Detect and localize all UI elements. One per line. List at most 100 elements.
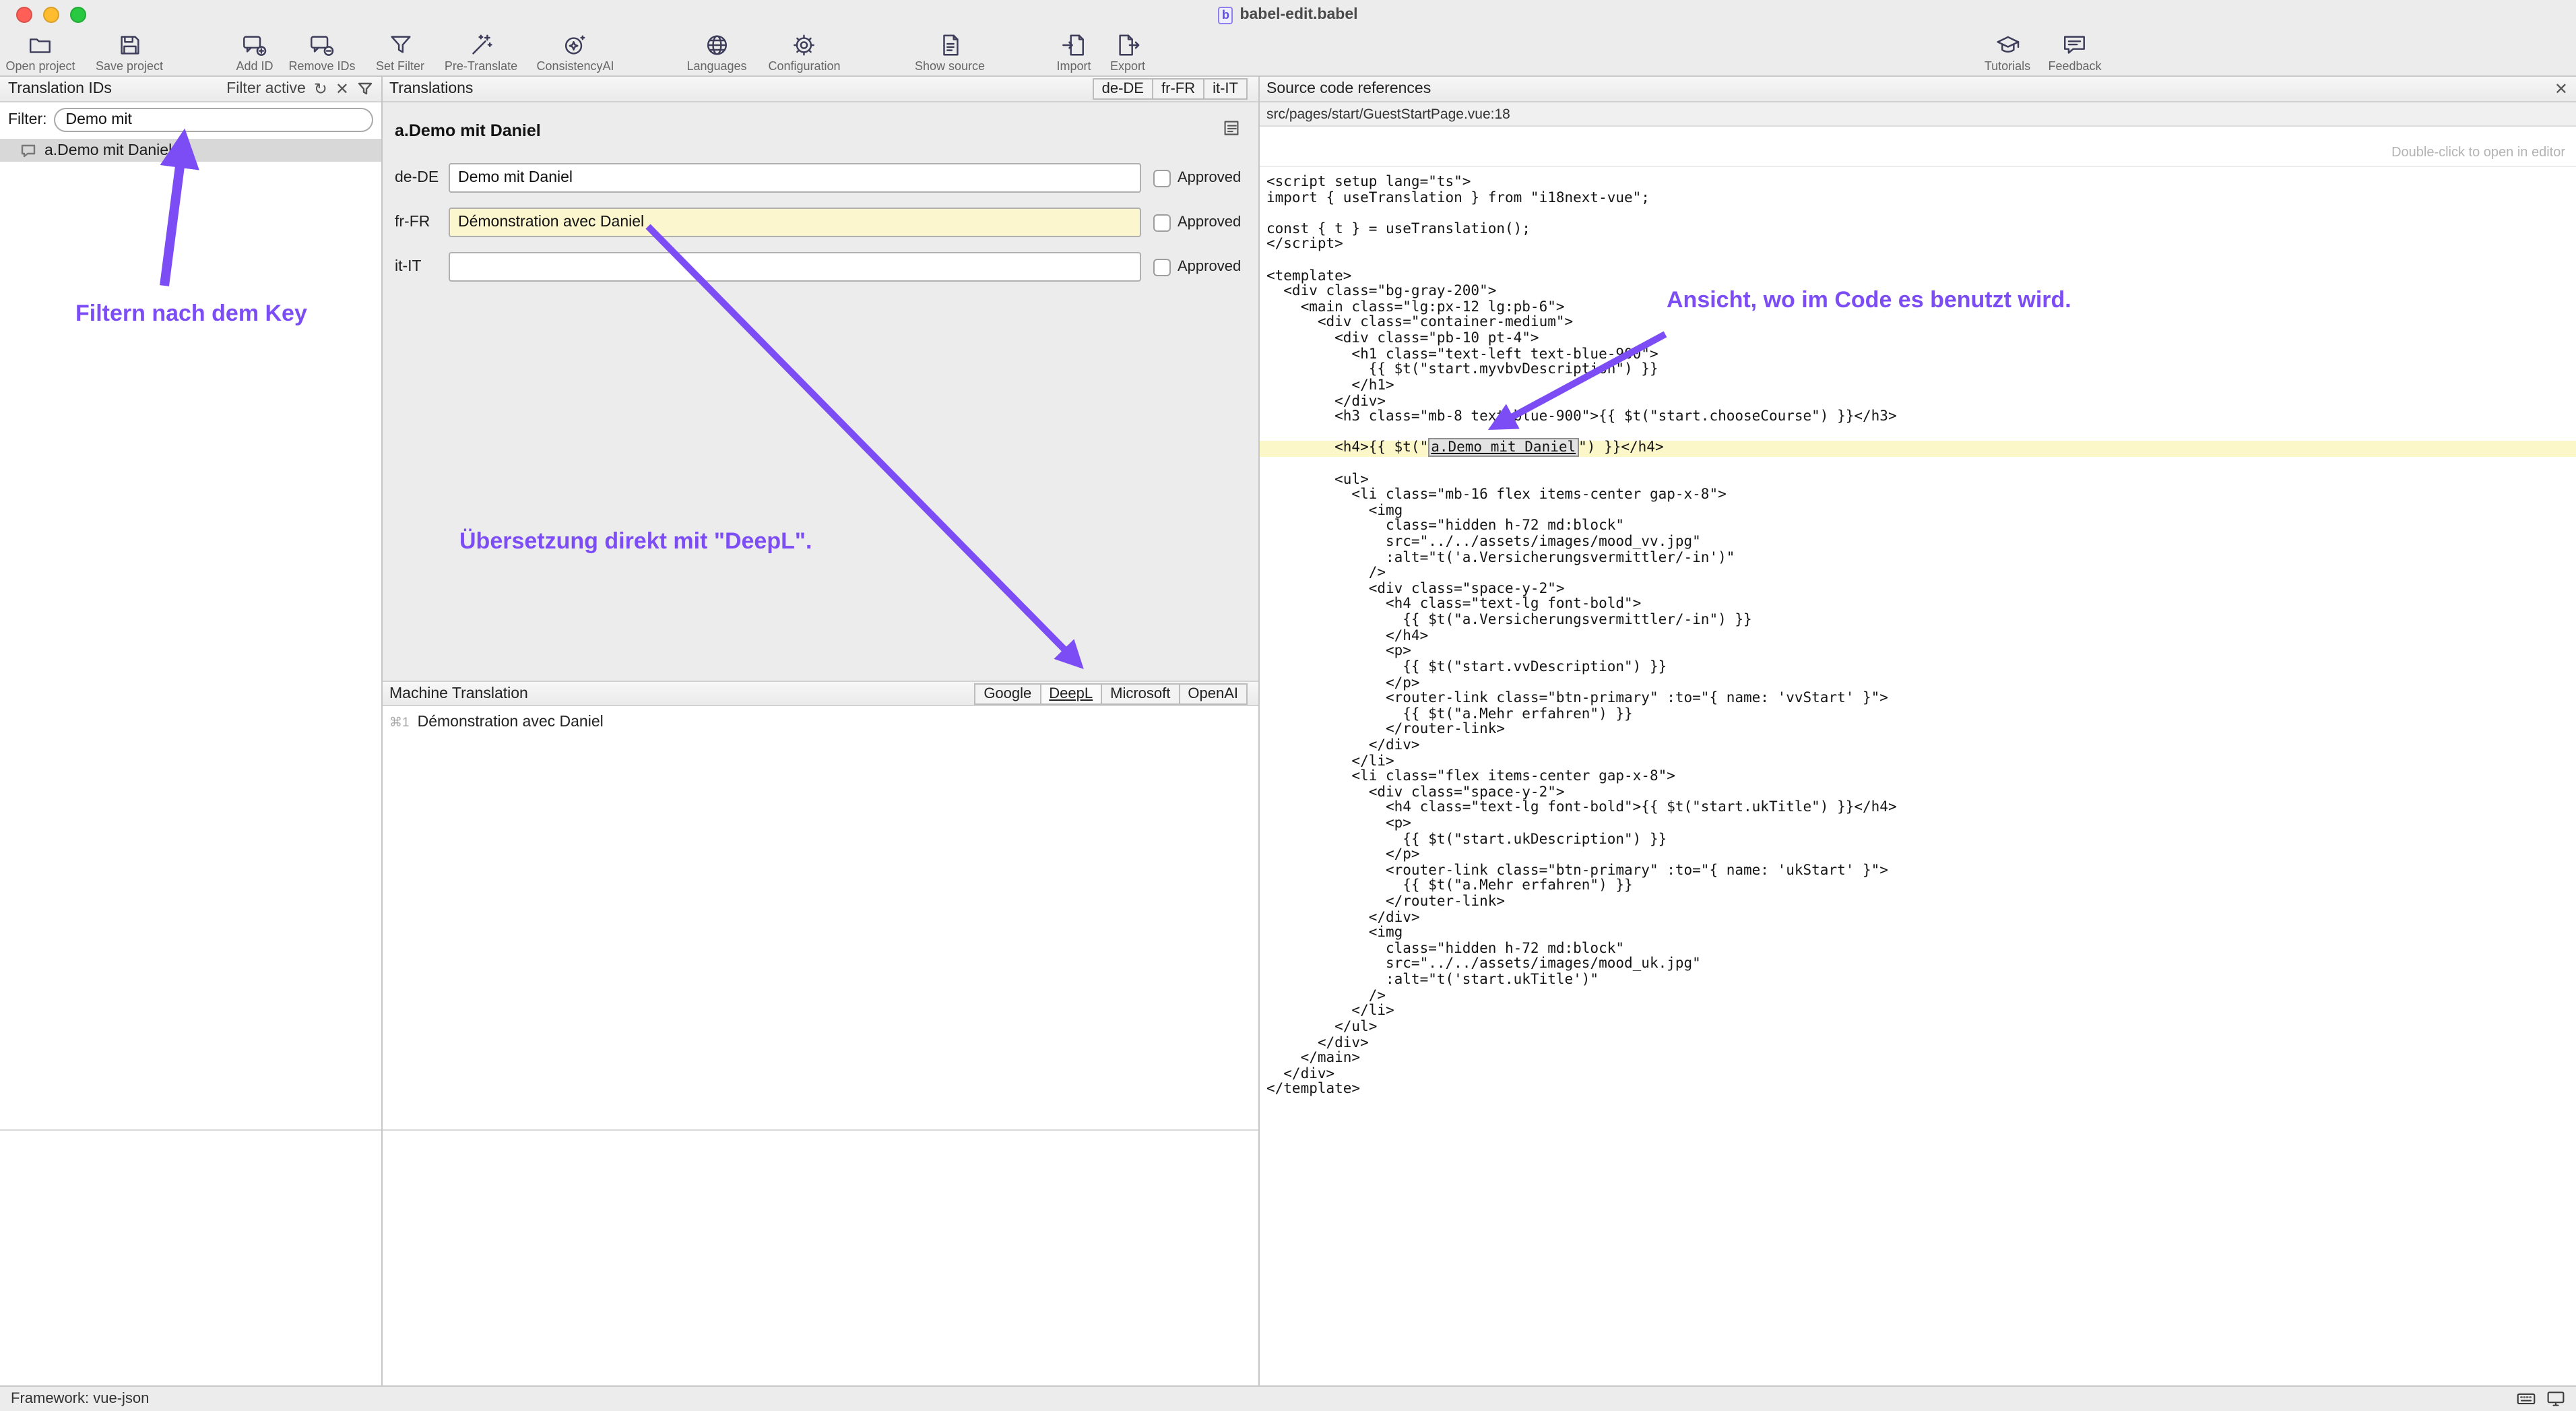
tab-deepl[interactable]: DeepL — [1039, 683, 1102, 704]
panel-title: Machine Translation — [389, 685, 528, 701]
toolbar-label: Set Filter — [376, 59, 424, 73]
panel-divider[interactable] — [381, 77, 383, 1385]
translation-row: fr-FR Approved — [395, 208, 1252, 237]
set-filter-button[interactable]: Set Filter — [376, 32, 424, 73]
code-line: src="../../assets/images/mood_uk.jpg" — [1266, 958, 2576, 973]
show-source-button[interactable]: Show source — [915, 32, 985, 73]
code-line: </div> — [1266, 739, 2576, 754]
code-line: {{ $t("a.Mehr erfahren") }} — [1266, 707, 2576, 722]
toolbar-label: Configuration — [768, 59, 840, 73]
machine-translation-panel: ⌘1 Démonstration avec Daniel — [381, 706, 1258, 1385]
translation-input-it-IT[interactable] — [449, 252, 1141, 282]
open-project-button[interactable]: Open project — [5, 32, 75, 73]
filter-label: Filter: — [8, 112, 47, 128]
globe-icon — [704, 32, 730, 58]
remove-ids-button[interactable]: Remove IDs — [288, 32, 355, 73]
code-line: <script setup lang="ts"> — [1266, 175, 2576, 191]
translation-row: it-IT Approved — [395, 252, 1252, 282]
code-line: </div> — [1266, 1067, 2576, 1082]
code-line: </script> — [1266, 238, 2576, 253]
translation-input-fr-FR[interactable] — [449, 208, 1141, 237]
language-tabs: de-DE fr-FR it-IT — [1094, 78, 1248, 100]
translation-id-label: a.Demo mit Daniel — [44, 142, 172, 158]
approved-checkbox[interactable] — [1153, 214, 1171, 231]
code-line: <template> — [1266, 269, 2576, 284]
code-line: <router-link class="btn-primary" :to="{ … — [1266, 864, 2576, 879]
close-icon[interactable]: ✕ — [2554, 81, 2568, 97]
code-line: <router-link class="btn-primary" :to="{ … — [1266, 691, 2576, 707]
titlebar: b babel-edit.babel — [0, 0, 2576, 30]
translations-panel: a.Demo mit Daniel de-DE Approved fr-FR A… — [381, 102, 1258, 681]
entry-title: a.Demo mit Daniel — [395, 121, 541, 140]
toolbar: Open project Save project Add ID Remove … — [0, 30, 2576, 77]
magic-wand-icon — [468, 32, 494, 58]
code-line: </div> — [1266, 910, 2576, 926]
code-line: <p> — [1266, 645, 2576, 660]
code-line: </router-link> — [1266, 723, 2576, 739]
zoom-window-button[interactable] — [70, 7, 86, 23]
approved-checkbox[interactable] — [1153, 169, 1171, 187]
comment-note-icon[interactable] — [1223, 120, 1239, 136]
code-line: const { t } = useTranslation(); — [1266, 222, 2576, 238]
refresh-filter-icon[interactable]: ↻ — [314, 81, 327, 97]
display-icon[interactable] — [2546, 1389, 2565, 1408]
approved-checkbox[interactable] — [1153, 258, 1171, 276]
save-project-button[interactable]: Save project — [96, 32, 163, 73]
code-line: </h4> — [1266, 629, 2576, 644]
import-button[interactable]: Import — [1056, 32, 1091, 73]
translation-row: de-DE Approved — [395, 163, 1252, 193]
code-line: <li class="mb-16 flex items-center gap-x… — [1266, 488, 2576, 503]
clear-filter-icon[interactable]: ✕ — [335, 81, 349, 97]
translation-id-item[interactable]: a.Demo mit Daniel — [0, 139, 381, 162]
code-line: <p> — [1266, 817, 2576, 832]
approved-label: Approved — [1178, 170, 1241, 186]
keyboard-icon[interactable] — [2517, 1389, 2536, 1408]
toolbar-label: Languages — [686, 59, 746, 73]
filter-icon[interactable] — [357, 81, 373, 97]
code-line — [1266, 206, 2576, 222]
code-line: <h1 class="text-left text-blue-900"> — [1266, 347, 2576, 363]
toolbar-label: Save project — [96, 59, 163, 73]
tab-google[interactable]: Google — [974, 683, 1041, 704]
mt-result-row[interactable]: ⌘1 Démonstration avec Daniel — [389, 714, 604, 730]
tab-openai[interactable]: OpenAI — [1178, 683, 1248, 704]
window-title: babel-edit.babel — [1239, 7, 1357, 23]
languages-button[interactable]: Languages — [686, 32, 746, 73]
pre-translate-button[interactable]: Pre-Translate — [445, 32, 517, 73]
toolbar-label: Remove IDs — [288, 59, 355, 73]
code-line: class="hidden h-72 md:block" — [1266, 520, 2576, 535]
toolbar-label: Export — [1110, 59, 1145, 73]
file-reference-bar[interactable]: src/pages/start/GuestStartPage.vue:18 — [1258, 102, 2576, 127]
status-bar: Framework: vue-json — [0, 1385, 2576, 1411]
export-button[interactable]: Export — [1110, 32, 1145, 73]
consistency-ai-button[interactable]: ConsistencyAI — [536, 32, 614, 73]
tab-de-DE[interactable]: de-DE — [1093, 78, 1153, 100]
language-label: it-IT — [395, 259, 449, 275]
code-line: </div> — [1266, 1036, 2576, 1051]
close-window-button[interactable] — [16, 7, 32, 23]
tutorials-button[interactable]: Tutorials — [1985, 32, 2030, 73]
feedback-button[interactable]: Feedback — [2048, 32, 2101, 73]
toolbar-label: Open project — [5, 59, 75, 73]
document-proxy-icon: b — [1218, 6, 1233, 24]
tab-it-IT[interactable]: it-IT — [1203, 78, 1248, 100]
filter-active-label: Filter active — [226, 81, 306, 97]
add-id-button[interactable]: Add ID — [236, 32, 273, 73]
code-line: <div class="pb-10 pt-4"> — [1266, 332, 2576, 347]
minimize-window-button[interactable] — [43, 7, 59, 23]
code-listing: <script setup lang="ts">import { useTran… — [1258, 167, 2576, 1385]
code-line: src="../../assets/images/mood_vv.jpg" — [1266, 535, 2576, 551]
tab-fr-FR[interactable]: fr-FR — [1152, 78, 1204, 100]
translation-input-de-DE[interactable] — [449, 163, 1141, 193]
configuration-button[interactable]: Configuration — [768, 32, 840, 73]
remove-ids-icon — [309, 32, 335, 58]
panel-divider[interactable] — [1258, 77, 1260, 1385]
code-line: <ul> — [1266, 472, 2576, 488]
window-title-group: b babel-edit.babel — [1218, 6, 1357, 24]
code-line: </main> — [1266, 1051, 2576, 1067]
filter-row: Filter: — [0, 108, 381, 132]
tutorials-icon — [1995, 32, 2020, 58]
filter-input[interactable] — [54, 108, 374, 132]
code-line: </div> — [1266, 394, 2576, 410]
tab-microsoft[interactable]: Microsoft — [1101, 683, 1180, 704]
